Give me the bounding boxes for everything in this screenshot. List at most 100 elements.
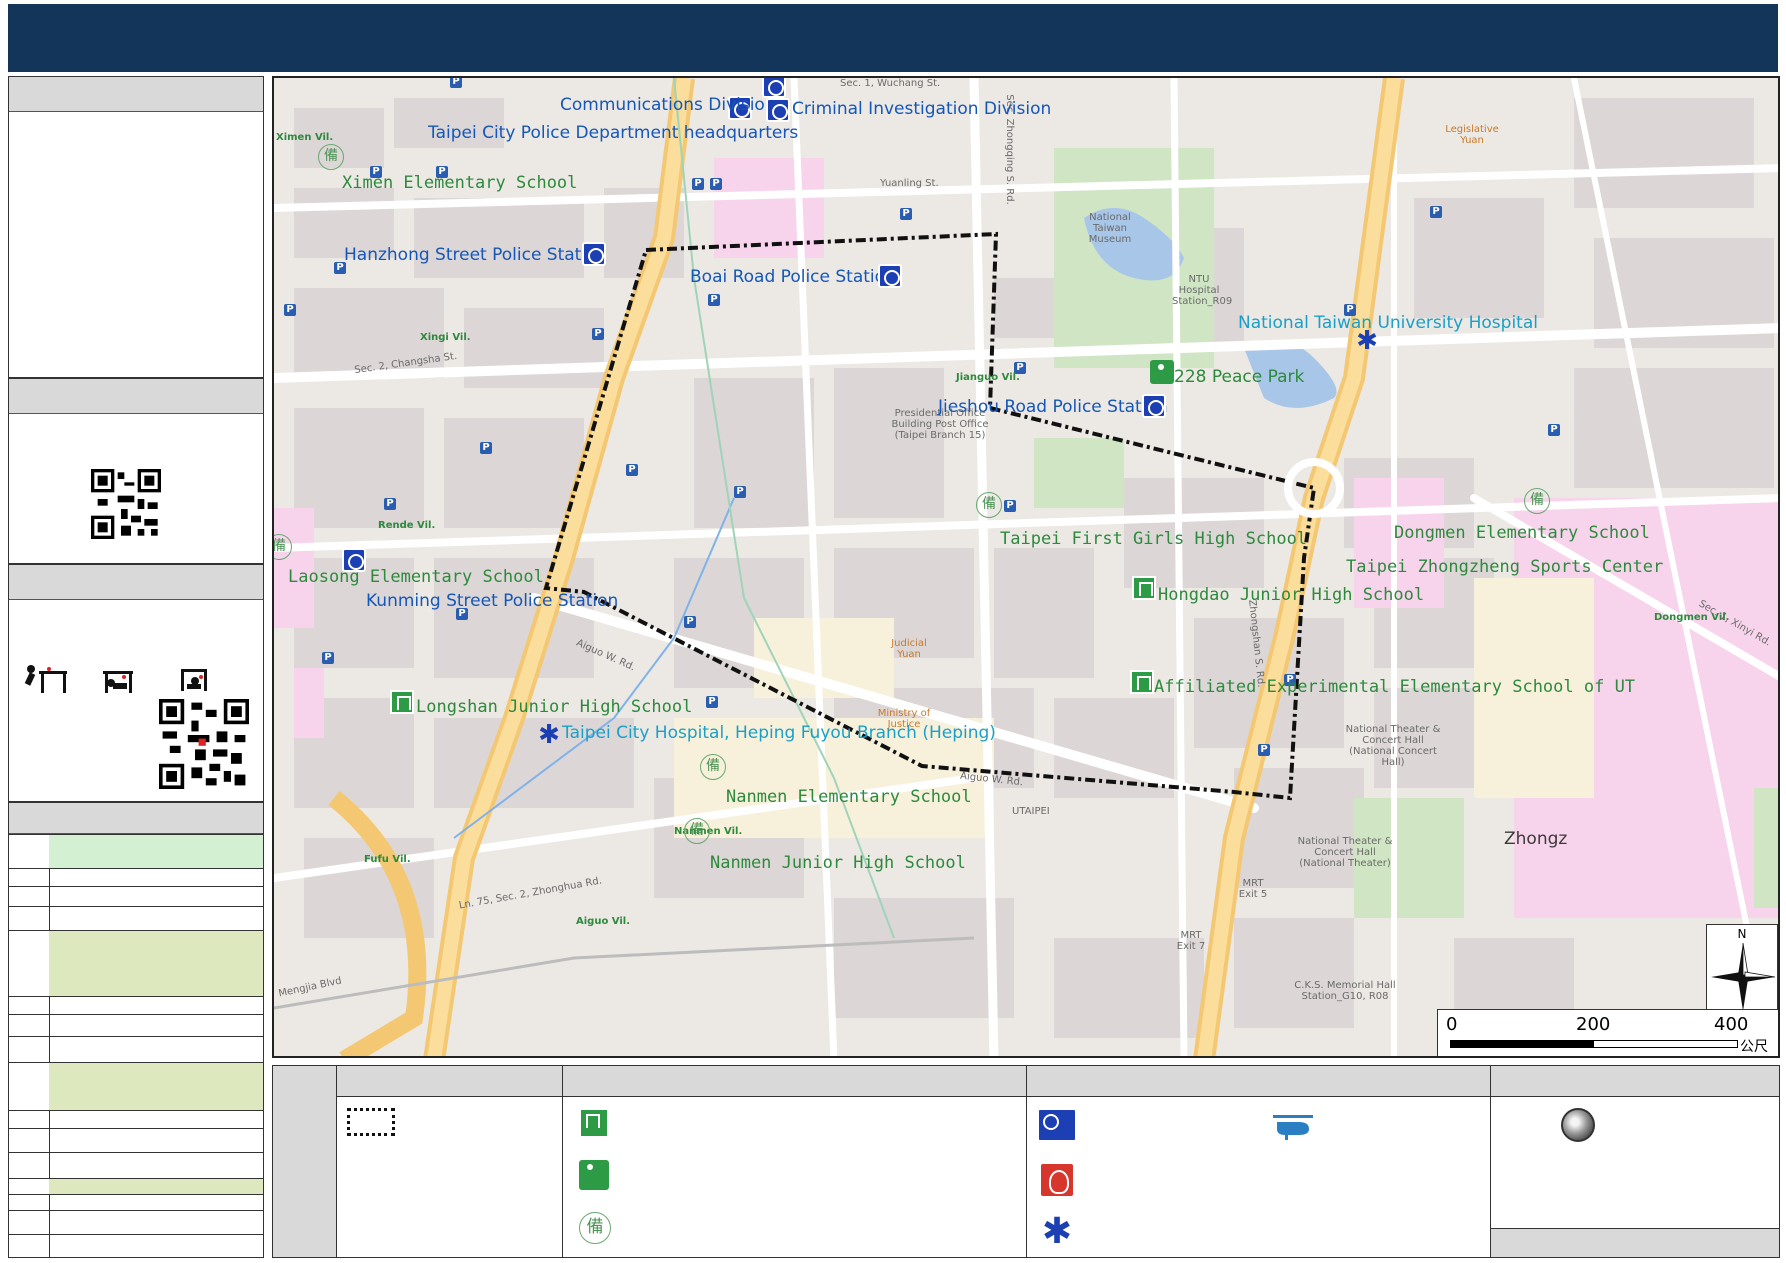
evacuation-map[interactable]: P P P P P P P P P P P P P P P P P P P P … bbox=[272, 76, 1780, 1058]
nanmen-jhs-label[interactable]: Nanmen Junior High School bbox=[710, 854, 966, 872]
police-badge-icon[interactable] bbox=[582, 242, 606, 266]
village-label: Rende Vil. bbox=[378, 520, 436, 531]
parking-icon: P bbox=[480, 442, 492, 454]
landmark-label: National Theater & Concert Hall (Nationa… bbox=[1345, 724, 1441, 768]
hongdao-jhs-label[interactable]: Hongdao Junior High School bbox=[1158, 586, 1424, 604]
village-label: Aiguo Vil. bbox=[576, 916, 631, 927]
nanmen-elementary-label[interactable]: Nanmen Elementary School bbox=[726, 788, 972, 806]
landmark-label: Zhongz bbox=[1504, 829, 1568, 849]
legend-boundary-column bbox=[337, 1066, 563, 1257]
parking-icon: P bbox=[692, 178, 704, 190]
village-label: Jianguo Vil. bbox=[956, 372, 1020, 383]
parking-icon: P bbox=[706, 696, 718, 708]
qr-code-icon[interactable] bbox=[91, 469, 161, 539]
dotted-rectangle-icon bbox=[347, 1108, 395, 1136]
table-row bbox=[9, 887, 263, 907]
parking-icon: P bbox=[592, 328, 604, 340]
table-row bbox=[9, 835, 263, 869]
street-label: Yuanling St. bbox=[880, 178, 939, 189]
info-panel-header bbox=[9, 77, 263, 112]
legend-title-column bbox=[273, 1066, 337, 1257]
shelter-house-icon[interactable] bbox=[390, 690, 414, 714]
table-row bbox=[9, 1211, 263, 1235]
tcpd-headquarters-label[interactable]: Taipei City Police Department headquarte… bbox=[428, 124, 798, 142]
boai-police-station-label[interactable]: Boai Road Police Station bbox=[690, 268, 896, 286]
shelter-house-icon[interactable] bbox=[1132, 576, 1156, 600]
police-badge-icon bbox=[1037, 1108, 1077, 1142]
table-row bbox=[9, 1063, 263, 1111]
jieshou-police-station-label[interactable]: Jieshou Road Police Station bbox=[938, 398, 1168, 416]
legend: 備 ✱ bbox=[272, 1065, 1780, 1258]
qr-panel-header bbox=[9, 379, 263, 414]
bei-reserve-icon[interactable]: 備 bbox=[318, 144, 344, 170]
laosong-elementary-label[interactable]: Laosong Elementary School bbox=[288, 568, 544, 586]
bei-reserve-icon[interactable]: 備 bbox=[1524, 488, 1550, 514]
landmark-label: MRT Exit 7 bbox=[1176, 930, 1206, 952]
drop-cover-hold-icon bbox=[24, 665, 207, 693]
criminal-investigation-division-label[interactable]: Criminal Investigation Division bbox=[792, 100, 1051, 118]
kunming-police-station-label[interactable]: Kunming Street Police Station bbox=[366, 592, 618, 610]
landmark-label: NTU Hospital Station_R09 bbox=[1172, 274, 1233, 307]
table-panel-header bbox=[9, 803, 263, 834]
table-row bbox=[9, 1195, 263, 1211]
hanzhong-police-station-label[interactable]: Hanzhong Street Police Station bbox=[344, 246, 607, 264]
assembly-point-icon bbox=[1561, 1108, 1595, 1142]
bei-reserve-icon[interactable]: 備 bbox=[684, 818, 710, 844]
table-row bbox=[9, 997, 263, 1015]
fire-badge-icon bbox=[1039, 1162, 1075, 1198]
heping-fuyou-label[interactable]: Taipei City Hospital, Heping Fuyou Branc… bbox=[562, 724, 996, 742]
bei-reserve-icon[interactable]: 備 bbox=[976, 492, 1002, 518]
scale-bar-graphic bbox=[1450, 1040, 1738, 1048]
shelter-house-icon bbox=[579, 1108, 609, 1138]
communications-division-label[interactable]: Communications Division bbox=[560, 96, 776, 114]
star-of-life-icon: ✱ bbox=[1041, 1211, 1073, 1252]
parking-icon: P bbox=[384, 498, 396, 510]
parking-icon: P bbox=[708, 294, 720, 306]
table-row bbox=[9, 869, 263, 887]
parking-icon: P bbox=[1258, 744, 1270, 756]
table-row bbox=[9, 1037, 263, 1063]
scale-unit: 公尺 bbox=[1740, 1039, 1768, 1055]
longshan-jhs-label[interactable]: Longshan Junior High School bbox=[416, 698, 692, 716]
landmark-label: Judicial Yuan bbox=[891, 638, 927, 660]
police-badge-icon[interactable] bbox=[1142, 394, 1166, 418]
table-row bbox=[9, 1153, 263, 1179]
shelter-house-icon[interactable] bbox=[1130, 670, 1154, 694]
info-panel bbox=[8, 76, 264, 378]
police-badge-icon[interactable] bbox=[766, 98, 790, 122]
qr-code-icon[interactable] bbox=[159, 699, 249, 789]
table-row bbox=[9, 931, 263, 997]
landmark-label: C.K.S. Memorial Hall Station_G10, R08 bbox=[1294, 980, 1396, 1002]
star-of-life-icon[interactable]: ✱ bbox=[536, 722, 562, 748]
dongmen-elementary-label[interactable]: Dongmen Elementary School bbox=[1394, 524, 1650, 542]
park-runner-icon[interactable] bbox=[1150, 360, 1174, 384]
ntuh-label[interactable]: National Taiwan University Hospital bbox=[1238, 314, 1538, 332]
table-row bbox=[9, 1015, 263, 1037]
affiliated-ut-label[interactable]: Affiliated Experimental Elementary Schoo… bbox=[1154, 678, 1635, 696]
street-label: Sec. 1, Wuchang St. bbox=[840, 78, 941, 89]
helicopter-icon bbox=[1273, 1115, 1313, 1140]
parking-icon: P bbox=[734, 486, 746, 498]
table-row bbox=[9, 1129, 263, 1153]
star-of-life-icon[interactable]: ✱ bbox=[1354, 328, 1380, 354]
park-runner-icon bbox=[579, 1160, 609, 1190]
parking-icon: P bbox=[1548, 424, 1560, 436]
assembly-footer bbox=[1491, 1228, 1779, 1257]
ximen-elementary-label[interactable]: Ximen Elementary School bbox=[342, 174, 577, 192]
scale-zero: 0 bbox=[1446, 1014, 1458, 1035]
table-panel-header-box bbox=[8, 802, 264, 834]
parking-icon: P bbox=[450, 78, 462, 88]
drill-panel bbox=[8, 564, 264, 802]
scale-bar: 0 200 400 公尺 bbox=[1437, 1009, 1778, 1056]
legend-assembly-column bbox=[1491, 1066, 1779, 1257]
bei-reserve-icon[interactable]: 備 bbox=[700, 754, 726, 780]
peace-park-label[interactable]: 228 Peace Park bbox=[1174, 368, 1304, 386]
village-label: Ximen Vil. bbox=[276, 132, 334, 143]
parking-icon: P bbox=[322, 652, 334, 664]
table-row bbox=[9, 1179, 263, 1195]
first-girls-high-label[interactable]: Taipei First Girls High School bbox=[1000, 530, 1307, 548]
zhongzheng-sports-label[interactable]: Taipei Zhongzheng Sports Center bbox=[1346, 558, 1663, 576]
police-badge-icon[interactable] bbox=[878, 264, 902, 288]
table-row bbox=[9, 1235, 263, 1257]
landmark-label: National Theater & Concert Hall (Nationa… bbox=[1297, 836, 1393, 869]
